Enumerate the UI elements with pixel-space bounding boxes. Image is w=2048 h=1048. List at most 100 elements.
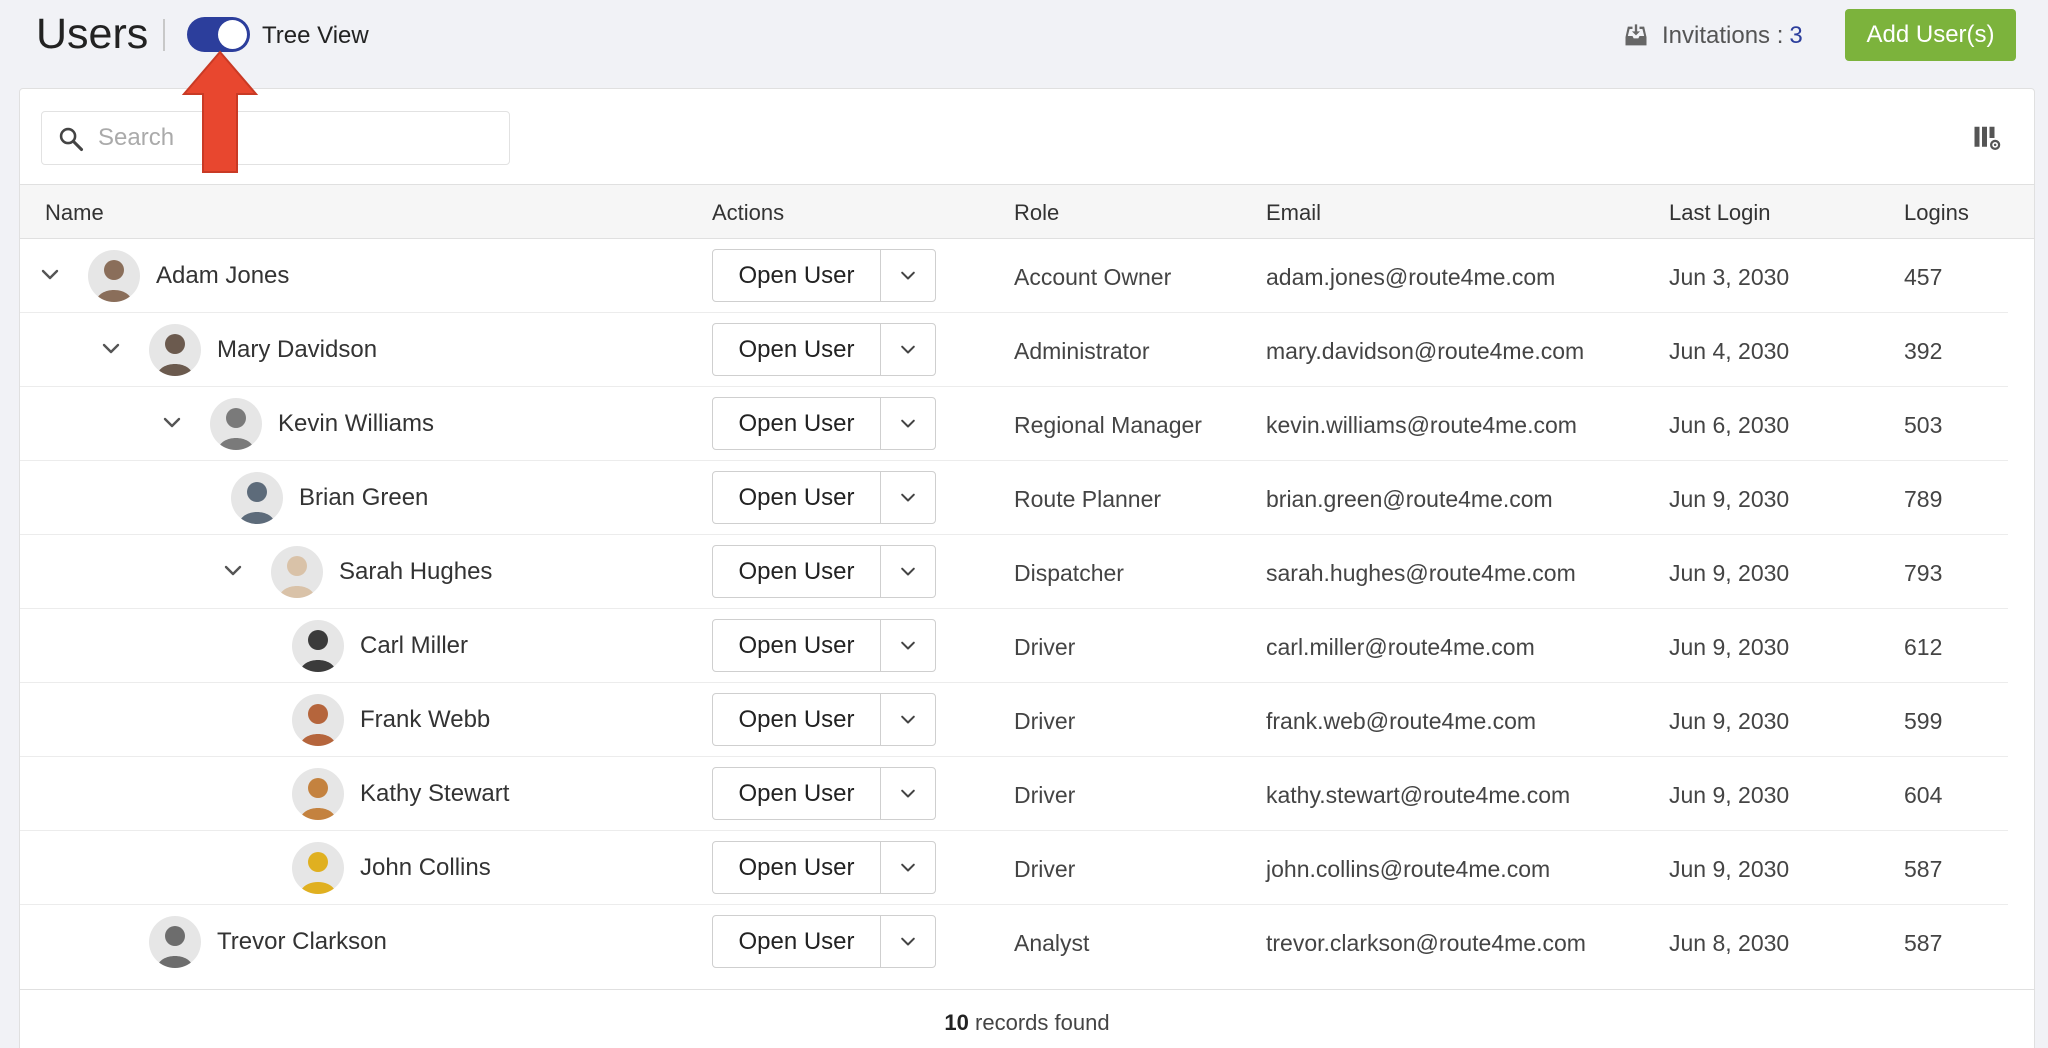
last-login-cell: Jun 6, 2030	[1669, 412, 1790, 438]
user-action-group: Open User	[712, 323, 936, 376]
user-name[interactable]: Mary Davidson	[217, 336, 377, 364]
column-header-actions: Actions	[712, 200, 785, 225]
table-row: Adam Jones Open User Account Owner adam.jon…	[20, 239, 2008, 313]
avatar	[149, 324, 201, 376]
user-name[interactable]: John Collins	[360, 854, 491, 882]
actions-dropdown-button[interactable]	[881, 324, 935, 375]
avatar	[149, 916, 201, 968]
page-header: Users Tree View Invitations : 3 Add User…	[0, 0, 2048, 70]
role-cell: Driver	[1014, 782, 1076, 808]
chevron-down-icon[interactable]	[221, 559, 245, 583]
logins-cell: 503	[1904, 412, 1943, 438]
tree-view-label: Tree View	[262, 22, 369, 49]
user-action-group: Open User	[712, 693, 936, 746]
open-user-button[interactable]: Open User	[713, 250, 881, 301]
avatar	[210, 398, 262, 450]
invitations-label: Invitations :	[1662, 22, 1784, 49]
user-name[interactable]: Kathy Stewart	[360, 780, 509, 808]
actions-dropdown-button[interactable]	[881, 916, 935, 967]
chevron-down-icon	[901, 419, 915, 427]
user-action-group: Open User	[712, 915, 936, 968]
column-header-name[interactable]: Name	[45, 200, 104, 226]
email-cell: trevor.clarkson@route4me.com	[1266, 930, 1586, 956]
email-cell: kevin.williams@route4me.com	[1266, 412, 1577, 438]
actions-dropdown-button[interactable]	[881, 620, 935, 671]
table-row: Frank Webb Open User Driver frank.web@route…	[20, 683, 2008, 757]
role-cell: Administrator	[1014, 338, 1150, 364]
avatar	[271, 546, 323, 598]
add-users-button[interactable]: Add User(s)	[1845, 9, 2016, 61]
open-user-button[interactable]: Open User	[713, 398, 881, 449]
open-user-button[interactable]: Open User	[713, 842, 881, 893]
actions-dropdown-button[interactable]	[881, 472, 935, 523]
role-cell: Driver	[1014, 856, 1076, 882]
last-login-cell: Jun 9, 2030	[1669, 856, 1790, 882]
user-action-group: Open User	[712, 397, 936, 450]
chevron-down-icon	[901, 345, 915, 353]
actions-dropdown-button[interactable]	[881, 842, 935, 893]
open-user-button[interactable]: Open User	[713, 546, 881, 597]
column-header-logins[interactable]: Logins	[1904, 200, 1969, 226]
open-user-button[interactable]: Open User	[713, 916, 881, 967]
records-footer: 10 records found	[20, 989, 2034, 1048]
records-label: records found	[975, 1010, 1110, 1035]
invitations-count: 3	[1789, 22, 1803, 49]
avatar	[231, 472, 283, 524]
role-cell: Driver	[1014, 634, 1076, 660]
table-row: Kathy Stewart Open User Driver kathy.stewar…	[20, 757, 2008, 831]
actions-dropdown-button[interactable]	[881, 546, 935, 597]
open-user-button[interactable]: Open User	[713, 768, 881, 819]
tree-view-toggle[interactable]	[187, 17, 250, 52]
actions-dropdown-button[interactable]	[881, 694, 935, 745]
column-settings-icon[interactable]	[1972, 123, 2002, 153]
open-user-button[interactable]: Open User	[713, 324, 881, 375]
avatar	[292, 694, 344, 746]
role-cell: Route Planner	[1014, 486, 1162, 512]
user-action-group: Open User	[712, 545, 936, 598]
column-header-role[interactable]: Role	[1014, 200, 1059, 226]
open-user-button[interactable]: Open User	[713, 620, 881, 671]
actions-dropdown-button[interactable]	[881, 398, 935, 449]
chevron-down-icon[interactable]	[38, 263, 62, 287]
invitations-link[interactable]: Invitations : 3	[1622, 20, 1803, 52]
email-cell: sarah.hughes@route4me.com	[1266, 560, 1576, 586]
column-header-email[interactable]: Email	[1266, 200, 1321, 226]
last-login-cell: Jun 9, 2030	[1669, 782, 1790, 808]
toggle-knob	[218, 20, 247, 49]
chevron-down-icon[interactable]	[99, 337, 123, 361]
email-cell: brian.green@route4me.com	[1266, 486, 1553, 512]
user-name[interactable]: Frank Webb	[360, 706, 490, 734]
user-action-group: Open User	[712, 767, 936, 820]
user-name[interactable]: Sarah Hughes	[339, 558, 492, 586]
open-user-button[interactable]: Open User	[713, 694, 881, 745]
last-login-cell: Jun 9, 2030	[1669, 486, 1790, 512]
column-header-last-login[interactable]: Last Login	[1669, 200, 1771, 226]
table-row: Brian Green Open User Route Planner brian.g…	[20, 461, 2008, 535]
last-login-cell: Jun 3, 2030	[1669, 264, 1790, 290]
role-cell: Driver	[1014, 708, 1076, 734]
users-card: Name Actions Role Email Last Login Login…	[19, 88, 2035, 1048]
avatar	[292, 842, 344, 894]
user-action-group: Open User	[712, 471, 936, 524]
user-name[interactable]: Adam Jones	[156, 262, 289, 290]
table-row: Kevin Williams Open User Regional Manager k…	[20, 387, 2008, 461]
table-header: Name Actions Role Email Last Login Login…	[20, 184, 2034, 239]
email-cell: adam.jones@route4me.com	[1266, 264, 1556, 290]
user-name[interactable]: Trevor Clarkson	[217, 928, 387, 956]
user-name[interactable]: Carl Miller	[360, 632, 468, 660]
user-name[interactable]: Kevin Williams	[278, 410, 434, 438]
avatar	[88, 250, 140, 302]
last-login-cell: Jun 8, 2030	[1669, 930, 1790, 956]
user-name[interactable]: Brian Green	[299, 484, 428, 512]
search-input[interactable]	[98, 120, 498, 156]
page-title: Users	[36, 10, 149, 58]
chevron-down-icon[interactable]	[160, 411, 184, 435]
open-user-button[interactable]: Open User	[713, 472, 881, 523]
actions-dropdown-button[interactable]	[881, 250, 935, 301]
actions-dropdown-button[interactable]	[881, 768, 935, 819]
records-count: 10	[944, 1010, 969, 1035]
search-box	[41, 111, 510, 165]
search-icon	[59, 127, 84, 152]
logins-cell: 604	[1904, 782, 1943, 808]
last-login-cell: Jun 9, 2030	[1669, 708, 1790, 734]
